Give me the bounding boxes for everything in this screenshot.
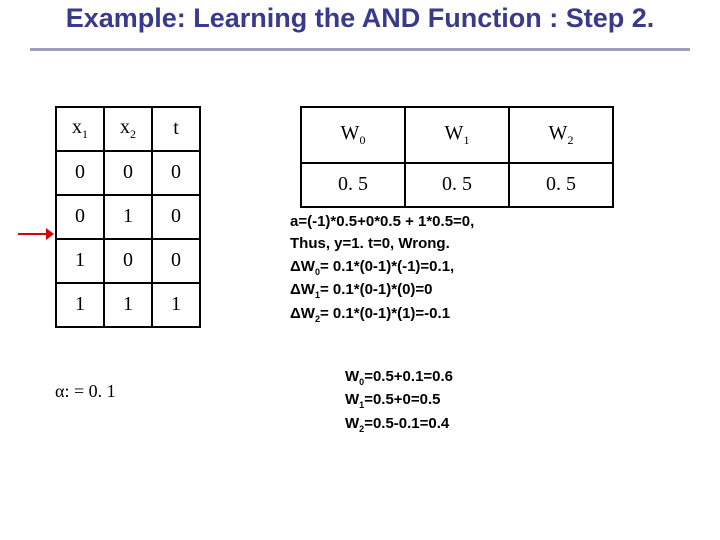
calc-line: a=(-1)*0.5+0*0.5 + 1*0.5=0, <box>290 211 690 234</box>
update-line: W1=0.5+0=0.5 <box>345 389 453 413</box>
weight-table: W0 W1 W2 0. 5 0. 5 0. 5 <box>300 106 614 208</box>
weight-header-w0: W0 <box>301 107 405 163</box>
slide-title: Example: Learning the AND Function : Ste… <box>0 0 720 44</box>
calc-line: Thus, y=1. t=0, Wrong. <box>290 233 690 256</box>
table-row: 1 1 1 <box>56 283 200 327</box>
table-row: 0 1 0 <box>56 195 200 239</box>
truth-table: x1 x2 t 0 0 0 0 1 0 1 0 0 1 1 1 <box>55 106 201 328</box>
truth-header-x2: x2 <box>104 107 152 151</box>
calc-line: ΔW1= 0.1*(0-1)*(0)=0 <box>290 279 690 303</box>
calc-line: ΔW0= 0.1*(0-1)*(-1)=0.1, <box>290 256 690 280</box>
weight-header-w2: W2 <box>509 107 613 163</box>
calc-line: ΔW2= 0.1*(0-1)*(1)=-0.1 <box>290 303 690 327</box>
truth-header-t: t <box>152 107 200 151</box>
table-row: 1 0 0 <box>56 239 200 283</box>
update-line: W0=0.5+0.1=0.6 <box>345 366 453 390</box>
table-row: 0 0 0 <box>56 151 200 195</box>
weight-updates-block: W0=0.5+0.1=0.6 W1=0.5+0=0.5 W2=0.5-0.1=0… <box>345 366 453 437</box>
alpha-line: α: = 0. 1 <box>55 381 116 402</box>
update-line: W2=0.5-0.1=0.4 <box>345 413 453 437</box>
weight-table-header: W0 W1 W2 <box>301 107 613 163</box>
slide-content: x1 x2 t 0 0 0 0 1 0 1 0 0 1 1 1 <box>0 51 720 471</box>
weight-header-w1: W1 <box>405 107 509 163</box>
computation-block: a=(-1)*0.5+0*0.5 + 1*0.5=0, Thus, y=1. t… <box>290 211 690 327</box>
truth-table-header: x1 x2 t <box>56 107 200 151</box>
truth-header-x1: x1 <box>56 107 104 151</box>
slide: Example: Learning the AND Function : Ste… <box>0 0 720 540</box>
table-row: 0. 5 0. 5 0. 5 <box>301 163 613 207</box>
current-row-arrow-icon <box>18 225 54 243</box>
